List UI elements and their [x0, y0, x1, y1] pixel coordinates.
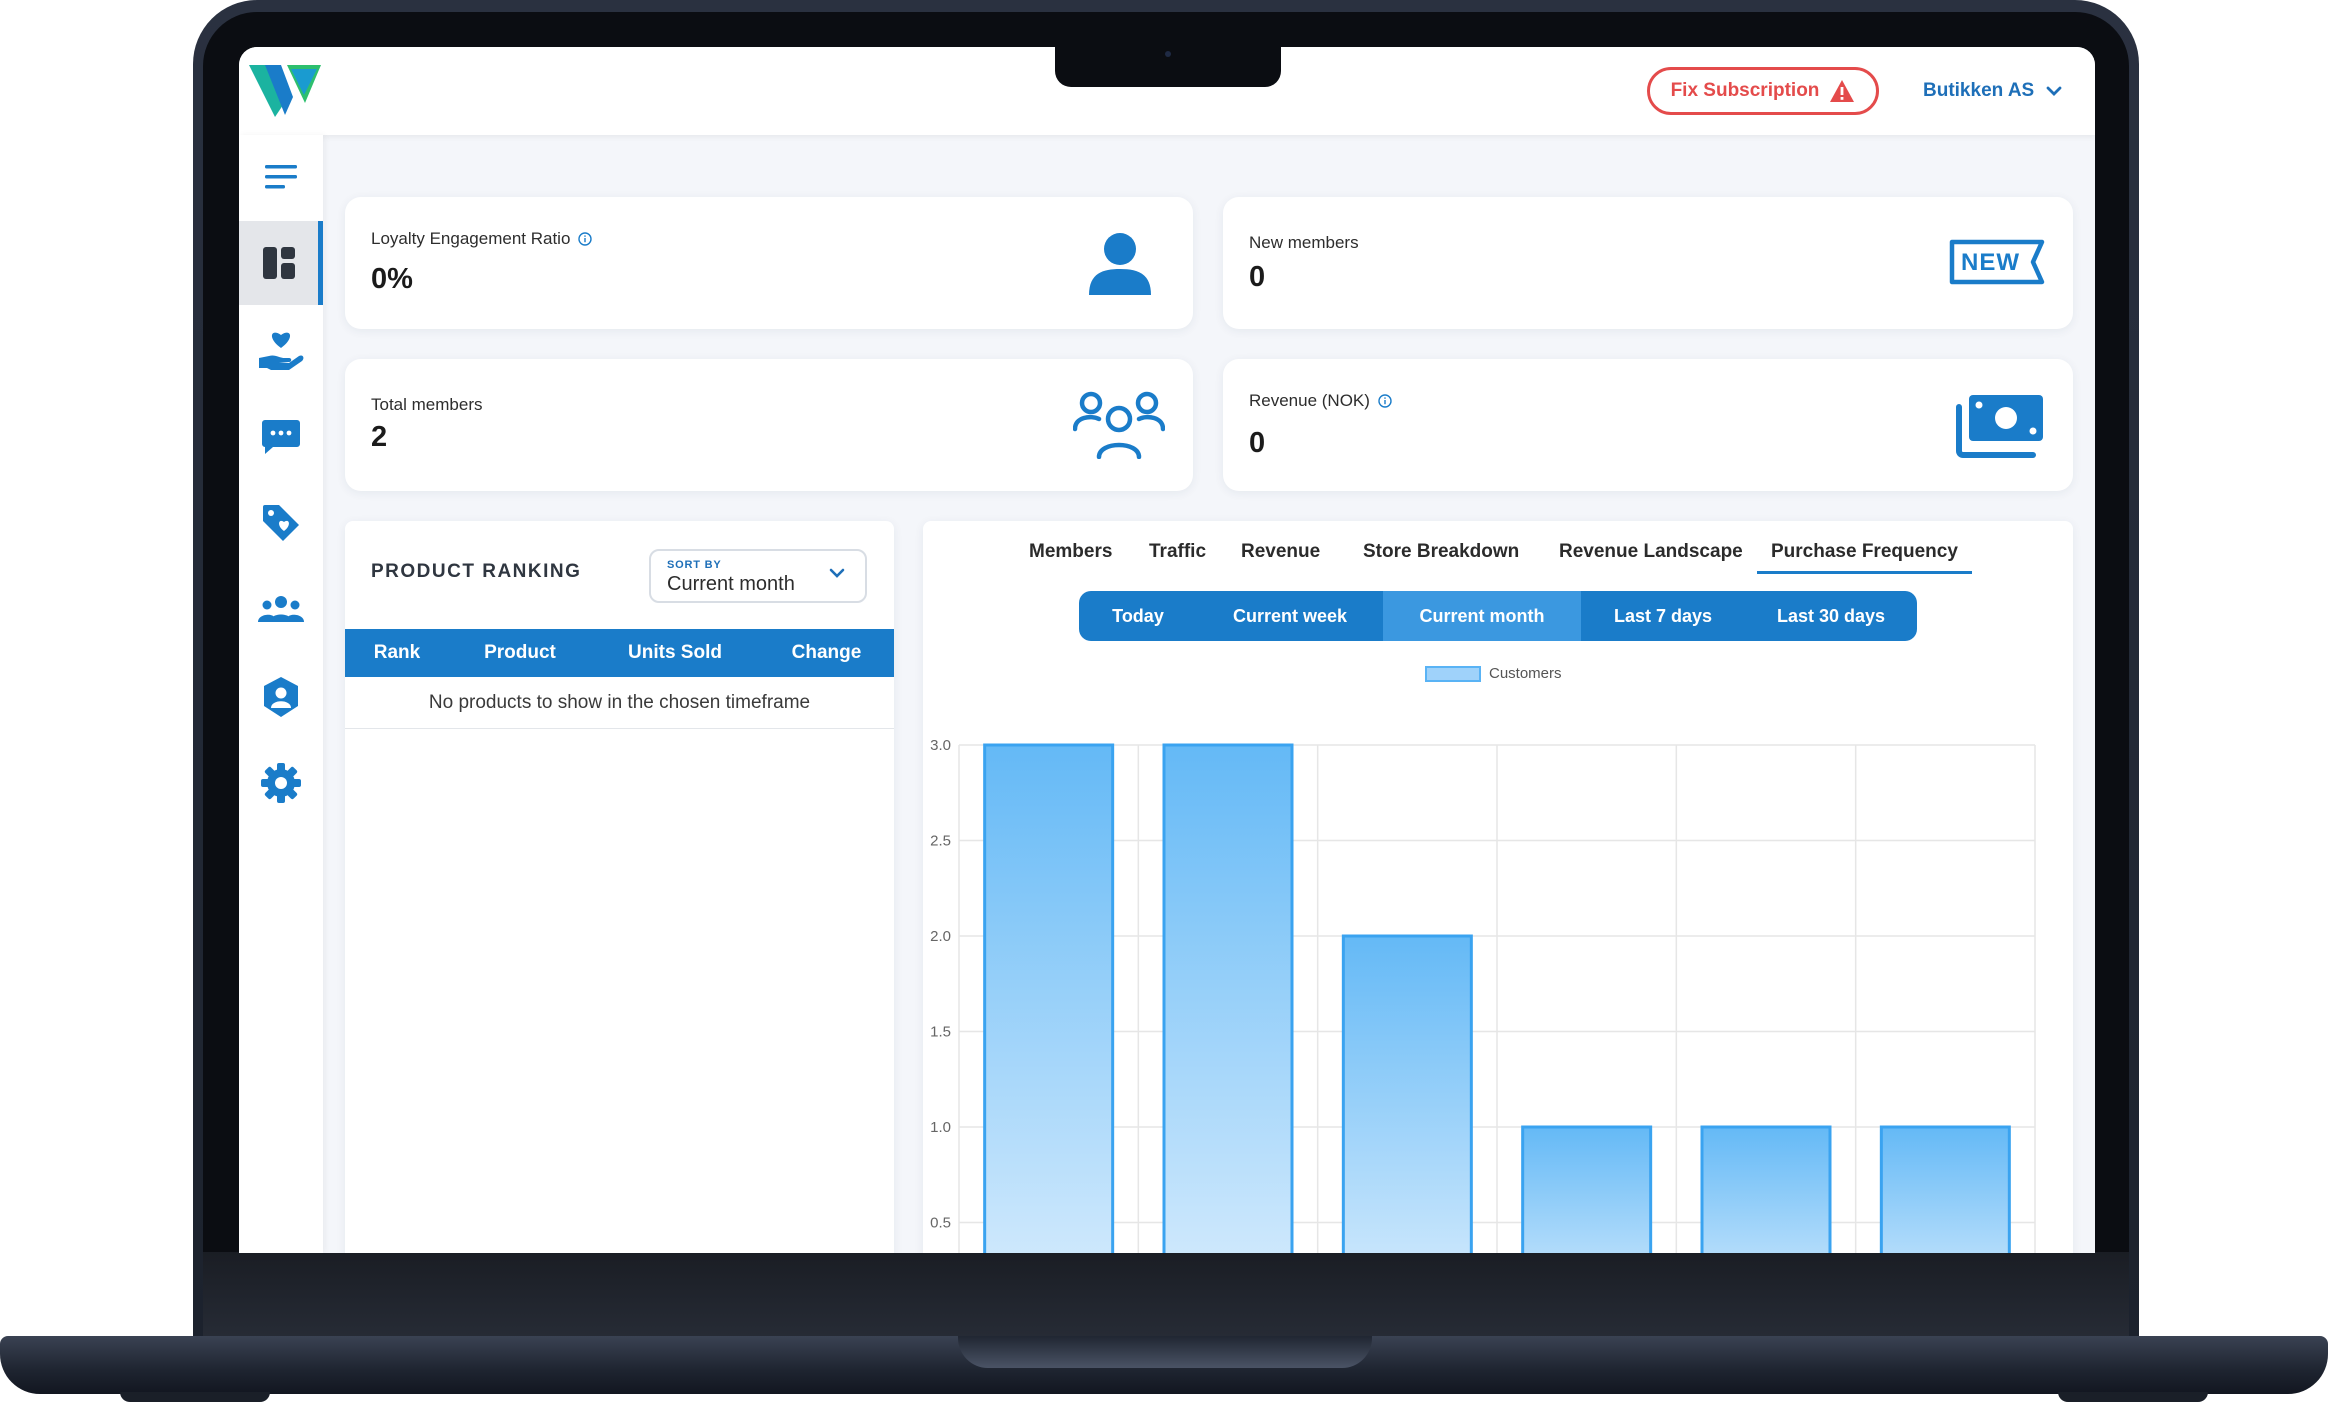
revenue-card: Revenue (NOK) 0 — [1223, 359, 2073, 491]
column-units-sold[interactable]: Units Sold — [591, 642, 759, 664]
chart-bar — [1341, 934, 1473, 1253]
y-tick-label: 0.5 — [930, 1215, 951, 1232]
column-product[interactable]: Product — [449, 642, 591, 664]
new-members-card: New members 0 NEW — [1223, 197, 2073, 329]
sidebar-item-loyalty[interactable] — [239, 309, 323, 393]
total-members-value: 2 — [371, 421, 388, 453]
laptop-foot — [120, 1392, 270, 1402]
y-tick-label: 3.0 — [930, 737, 951, 754]
new-badge-text: NEW — [1961, 249, 2020, 276]
chart-bar — [1521, 1125, 1653, 1253]
y-tick-label: 2.0 — [930, 928, 951, 945]
ranking-empty-message: No products to show in the chosen timefr… — [345, 677, 894, 729]
sort-by-value: Current month — [667, 573, 795, 595]
total-members-card: Total members 2 — [345, 359, 1193, 491]
sidebar-item-settings[interactable] — [239, 741, 323, 825]
laptop-chin — [203, 1252, 2129, 1336]
total-members-label: Total members — [371, 395, 483, 414]
camera-notch — [1055, 47, 1281, 87]
fix-subscription-button[interactable]: Fix Subscription — [1647, 67, 1879, 115]
analytics-chart-panel: Members Traffic Revenue Store Breakdown … — [923, 521, 2073, 1253]
y-tick-label: 2.5 — [930, 833, 951, 850]
money-icon — [1956, 395, 2043, 458]
sidebar-item-members[interactable] — [239, 567, 323, 651]
menu-icon — [265, 165, 297, 189]
sidebar-item-messages[interactable] — [239, 395, 323, 479]
chevron-down-icon — [829, 568, 845, 578]
new-members-label: New members — [1249, 233, 1359, 252]
fix-subscription-label: Fix Subscription — [1670, 80, 1820, 101]
new-members-value: 0 — [1249, 261, 1266, 293]
settings-gear-icon — [261, 763, 301, 803]
chart-bar — [1879, 1125, 2011, 1253]
chevron-down-icon — [2046, 86, 2062, 96]
sidebar-item-offers[interactable] — [239, 481, 323, 565]
dashboard-icon — [262, 247, 295, 279]
organization-name: Butikken AS — [1923, 80, 2035, 101]
sidebar-item-dashboard[interactable] — [239, 221, 323, 305]
revenue-value: 0 — [1249, 427, 1266, 459]
chart-bar — [1162, 743, 1294, 1253]
loyalty-engagement-card: Loyalty Engagement Ratio 0% — [345, 197, 1193, 329]
sort-by-select[interactable]: SORT BY Current month — [649, 549, 867, 603]
info-icon[interactable] — [1378, 394, 1392, 408]
user-shield-icon — [264, 677, 298, 717]
revenue-label: Revenue (NOK) — [1249, 391, 1370, 410]
y-tick-label: 1.5 — [930, 1024, 951, 1041]
purchase-frequency-chart: 3.0 2.5 2.0 1.5 1.0 0.5 — [930, 737, 2036, 1253]
sort-by-caption: SORT BY — [667, 559, 722, 571]
loyalty-engagement-label: Loyalty Engagement Ratio — [371, 229, 571, 248]
tag-heart-icon — [263, 505, 299, 541]
column-change[interactable]: Change — [759, 642, 894, 664]
sidebar-item-profile[interactable] — [239, 655, 323, 739]
person-icon — [1089, 233, 1151, 295]
info-icon[interactable] — [578, 232, 593, 246]
warning-icon — [1830, 80, 1855, 102]
loyalty-engagement-value: 0% — [371, 263, 413, 295]
y-tick-label: 1.0 — [930, 1119, 951, 1136]
sidebar — [239, 135, 323, 1253]
group-icon — [1073, 391, 1165, 459]
column-rank[interactable]: Rank — [345, 642, 449, 664]
revenue-label-row: Revenue (NOK) — [1249, 391, 1392, 411]
product-ranking-panel: PRODUCT RANKING SORT BY Current month Ra… — [345, 521, 894, 1253]
app-logo[interactable] — [247, 59, 323, 119]
app-screen: Fix Subscription Butikken AS Loyalty Eng… — [239, 47, 2095, 1253]
camera-icon — [1165, 51, 1171, 57]
chart-bar — [983, 743, 1115, 1253]
sidebar-menu-toggle[interactable] — [239, 135, 323, 219]
ranking-table-header: Rank Product Units Sold Change — [345, 629, 894, 677]
chat-icon — [262, 420, 300, 454]
chart-bar — [1700, 1125, 1832, 1253]
organization-selector[interactable]: Butikken AS — [1923, 73, 2062, 109]
laptop-base-notch — [958, 1336, 1372, 1368]
members-group-icon — [258, 596, 304, 622]
laptop-foot — [2058, 1392, 2208, 1402]
product-ranking-title: PRODUCT RANKING — [371, 561, 582, 582]
loyalty-heart-hand-icon — [259, 332, 304, 370]
loyalty-engagement-label-row: Loyalty Engagement Ratio — [371, 229, 593, 249]
